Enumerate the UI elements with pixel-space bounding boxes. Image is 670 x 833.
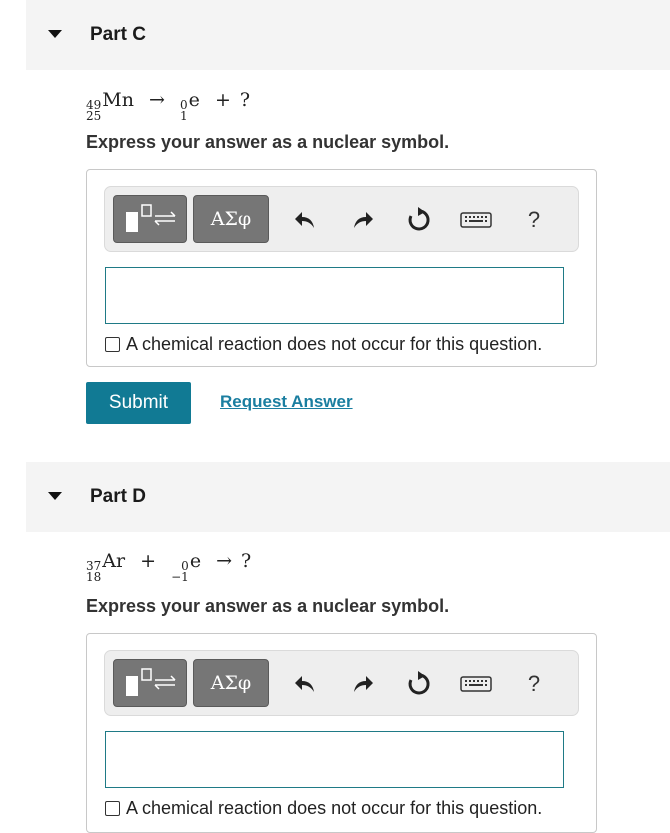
help-icon[interactable]: ?: [521, 671, 547, 697]
reset-icon[interactable]: [406, 671, 432, 697]
part-c-instruction: Express your answer as a nuclear symbol.: [86, 132, 450, 152]
math-toolbar: ΑΣφ ?: [104, 650, 579, 716]
templates-icon: [126, 204, 176, 232]
part-d-title: Part D: [90, 486, 146, 507]
part-d-answer-input[interactable]: [105, 731, 564, 788]
keyboard-icon[interactable]: [460, 207, 492, 233]
redo-icon[interactable]: [350, 671, 376, 697]
part-d-equation: 37 18 Ar + 0 −1 e →?: [86, 550, 252, 584]
redo-icon[interactable]: [350, 207, 376, 233]
no-reaction-checkbox[interactable]: [105, 337, 120, 352]
no-reaction-checkbox[interactable]: [105, 801, 120, 816]
collapse-caret-icon[interactable]: [48, 492, 62, 500]
greek-symbols-button[interactable]: ΑΣφ: [193, 195, 269, 243]
nuclide-mn: 49 25 Mn: [86, 89, 134, 123]
request-answer-link[interactable]: Request Answer: [220, 392, 353, 412]
greek-symbols-button[interactable]: ΑΣφ: [193, 659, 269, 707]
submit-button[interactable]: Submit: [86, 382, 191, 424]
keyboard-icon[interactable]: [460, 671, 492, 697]
templates-button[interactable]: [113, 195, 187, 243]
reset-icon[interactable]: [406, 207, 432, 233]
part-c-equation: 49 25 Mn → 01e +?: [86, 89, 251, 123]
part-d-instruction: Express your answer as a nuclear symbol.: [86, 596, 450, 616]
part-d-no-reaction-option[interactable]: A chemical reaction does not occur for t…: [105, 798, 542, 819]
nuclide-ar: 37 18 Ar: [86, 550, 126, 584]
part-c-header[interactable]: Part C: [26, 0, 670, 70]
no-reaction-label: A chemical reaction does not occur for t…: [126, 334, 543, 354]
collapse-caret-icon[interactable]: [48, 30, 62, 38]
no-reaction-label: A chemical reaction does not occur for t…: [126, 798, 543, 818]
nuclide-electron: 0 −1 e: [171, 550, 202, 584]
part-c-title: Part C: [90, 24, 146, 45]
part-d-answer-box: ΑΣφ ? A chemical reaction does not occur…: [86, 633, 597, 833]
part-d-header[interactable]: Part D: [26, 462, 670, 532]
templates-icon: [126, 668, 176, 696]
nuclide-electron: 01e: [180, 89, 200, 123]
undo-icon[interactable]: [292, 671, 318, 697]
help-icon[interactable]: ?: [521, 207, 547, 233]
part-c-no-reaction-option[interactable]: A chemical reaction does not occur for t…: [105, 334, 542, 355]
part-c-answer-box: ΑΣφ ? A chemical reaction does not occur…: [86, 169, 597, 367]
templates-button[interactable]: [113, 659, 187, 707]
undo-icon[interactable]: [292, 207, 318, 233]
math-toolbar: ΑΣφ ?: [104, 186, 579, 252]
part-c-answer-input[interactable]: [105, 267, 564, 324]
